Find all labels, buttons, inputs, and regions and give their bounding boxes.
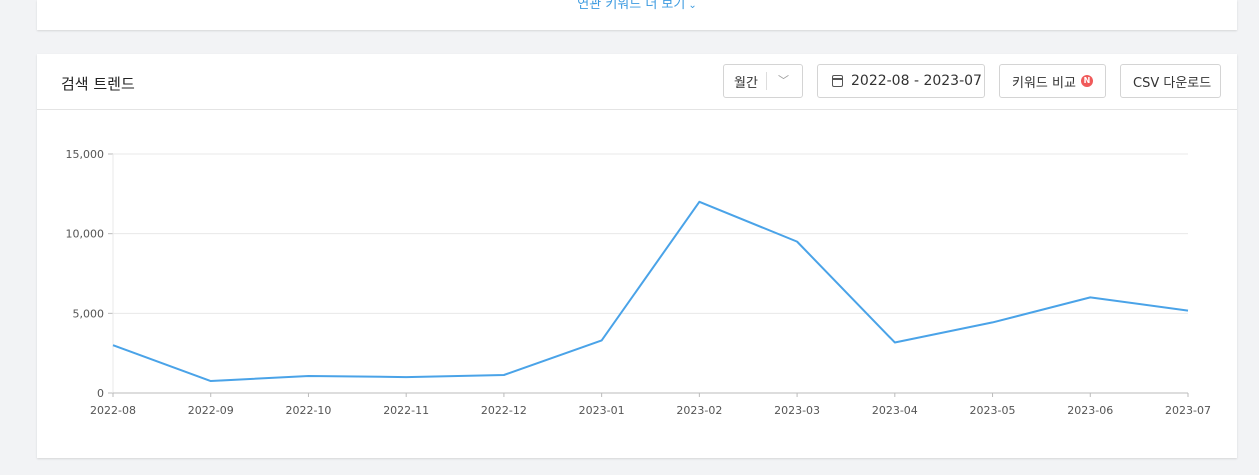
x-tick-label: 2023-04 (872, 404, 918, 417)
x-tick-label: 2023-06 (1067, 404, 1113, 417)
keyword-compare-label: 키워드 비교 (1012, 75, 1076, 91)
x-tick-label: 2023-02 (676, 404, 722, 417)
chart-area: 0 5,000 10,000 15,000 2022-08 2022-09 2022-10 2… (37, 110, 1237, 458)
more-keywords-label: 연관 키워드 더 보기 (577, 0, 686, 12)
trend-line-chart: 0 5,000 10,000 15,000 2022-08 2022-09 2022-10 2… (66, 148, 1211, 417)
calendar-icon (832, 75, 843, 87)
card-header: 검색 트렌드 월간 ﹀ 2022-08 - 2023-07 키워드 비교 N C… (37, 54, 1237, 110)
x-tick-label: 2022-10 (285, 404, 331, 417)
x-tick-label: 2022-08 (90, 404, 136, 417)
search-trend-card: 검색 트렌드 월간 ﹀ 2022-08 - 2023-07 키워드 비교 N C… (37, 54, 1237, 458)
y-tick-label: 10,000 (66, 228, 105, 241)
x-tick-label: 2023-03 (774, 404, 820, 417)
chevron-down-icon: ⌄ (688, 0, 697, 11)
csv-download-label: CSV 다운로드 (1133, 75, 1212, 91)
y-tick-label: 15,000 (66, 148, 105, 161)
x-tick-label: 2023-07 (1165, 404, 1211, 417)
x-tick-label: 2022-12 (481, 404, 527, 417)
date-range-picker[interactable]: 2022-08 - 2023-07 (817, 64, 985, 98)
csv-download-button[interactable]: CSV 다운로드 (1120, 64, 1221, 98)
series-line (112, 200, 1189, 383)
more-keywords-link[interactable]: 연관 키워드 더 보기 ⌄ (37, 0, 1237, 12)
x-tick-label: 2023-05 (970, 404, 1016, 417)
chevron-down-icon: ﹀ (778, 74, 789, 87)
card-title: 검색 트렌드 (61, 75, 135, 93)
date-range-value: 2022-08 - 2023-07 (851, 73, 982, 89)
x-tick-label: 2023-01 (579, 404, 625, 417)
x-tick-label: 2022-11 (383, 404, 429, 417)
y-tick-label: 0 (97, 387, 104, 400)
new-badge: N (1080, 75, 1093, 87)
period-select[interactable]: 월간 ﹀ (723, 64, 803, 98)
related-keywords-card: 연관 키워드 더 보기 ⌄ (37, 0, 1237, 30)
period-select-value: 월간 (734, 75, 758, 91)
x-tick-label: 2022-09 (188, 404, 234, 417)
keyword-compare-button[interactable]: 키워드 비교 N (999, 64, 1106, 98)
select-divider (766, 72, 767, 90)
y-tick-label: 5,000 (73, 307, 105, 320)
